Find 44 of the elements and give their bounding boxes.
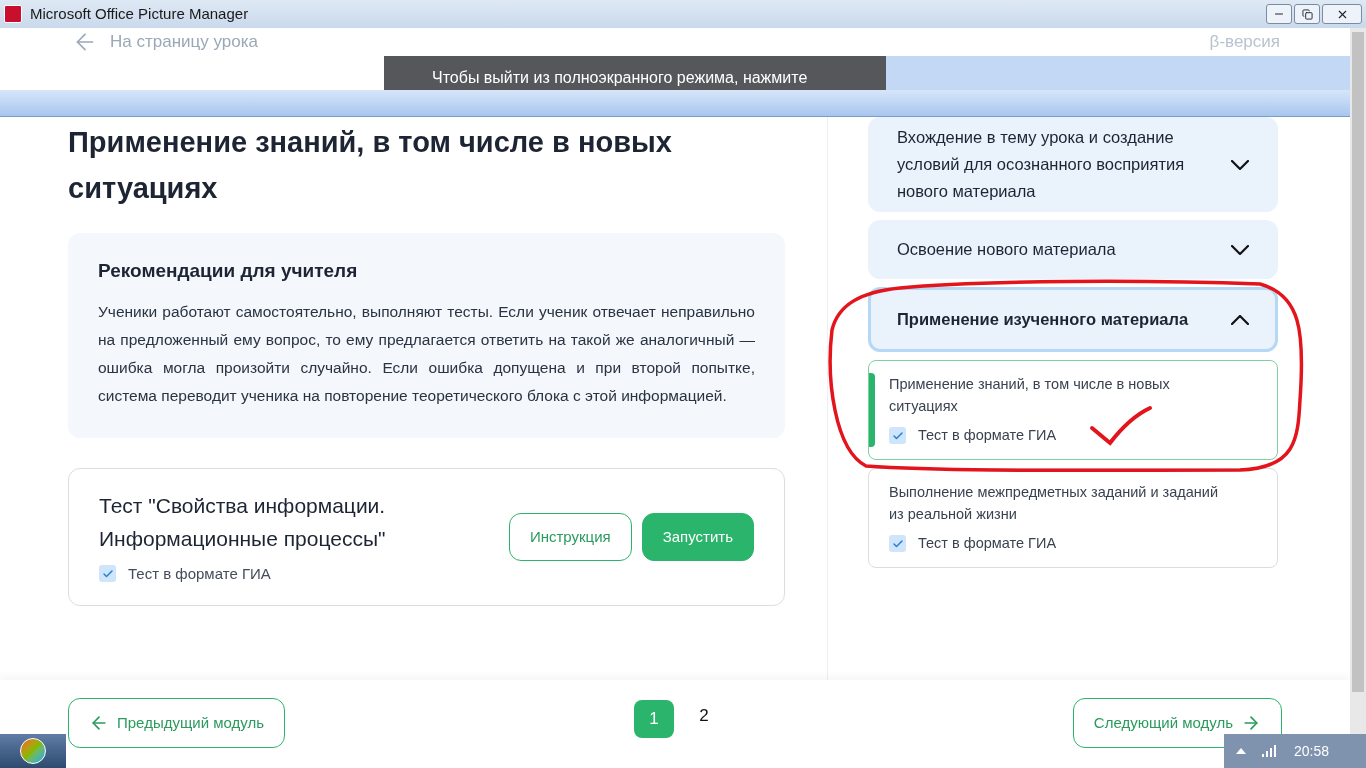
beta-label: β-версия [1209,31,1280,54]
chevron-up-icon [1231,314,1249,325]
recommendations-text: Ученики работают самостоятельно, выполняют тесты. Если ученик отвечает неправильно на предложенный ему вопрос, то ему предлагается ответить на такой же аналогичный — ошибка могла произойти случайно. Если ошибка допущена и при второй попытке, система переводит ученика на повторение теоретического блока с этой информацией. [98,301,755,406]
test-format-label: Тест в формате ГИА [918,533,1057,553]
checkbox[interactable] [889,535,906,553]
signal-icon[interactable] [1262,745,1278,757]
clock[interactable]: 20:58 [1294,740,1330,762]
step-item[interactable]: Выполнение межпредметных заданий и заданий из реальной жизни Тест в формате ГИА [868,467,1278,568]
page-button[interactable]: 2 [683,700,724,738]
tray-arrow-icon[interactable] [1236,748,1246,754]
stage-header[interactable]: Освоение нового материала [868,220,1278,279]
stage-header[interactable]: Применение изученного материала [868,287,1278,352]
previous-module-button[interactable]: Предыдущий модуль [68,698,285,748]
window-title: Microsoft Office Picture Manager [30,3,249,24]
check-icon [891,537,904,550]
test-title: Тест "Свойства информации. Информационные процессы" [99,492,387,552]
recommendations-title: Рекомендации для учителя [98,259,359,283]
maximize-button[interactable] [1294,4,1320,24]
check-icon [101,567,114,580]
instruction-button[interactable]: Инструкция [508,512,632,561]
step-title: Применение знаний, в том числе в новых ситуациях [889,375,1171,416]
start-button[interactable]: Запустить [641,512,754,561]
fullscreen-notice: Чтобы выйти из полноэкранного режима, нажмите [384,56,886,90]
close-button[interactable] [1322,4,1362,24]
check-icon [891,429,904,442]
stage-header[interactable]: Вхождение в тему урока и создание условий для осознанного восприятия нового материала [868,117,1278,212]
minimize-button[interactable] [1266,4,1292,24]
checkbox[interactable] [99,565,116,583]
windows-logo-icon [20,738,46,764]
scrollbar[interactable] [1350,28,1366,734]
restore-icon [1301,8,1313,20]
checkmark-annotation [1090,406,1152,445]
start-button[interactable] [0,734,66,768]
chevron-down-icon [1231,159,1249,170]
chevron-down-icon [1231,244,1249,255]
step-title: Выполнение межпредметных заданий и заданий из реальной жизни [889,482,1220,524]
checkbox[interactable] [889,427,906,445]
test-format-label: Тест в формате ГИА [918,426,1057,445]
lesson-title: Применение знаний, в том числе в новых ситуациях [68,125,673,206]
step-item[interactable]: Применение знаний, в том числе в новых ситуациях Тест в формате ГИА [868,360,1278,460]
back-link[interactable]: На страницу урока [72,29,258,55]
test-format-label: Тест в формате ГИА [128,563,271,584]
app-icon [4,5,22,23]
page-button[interactable]: 1 [633,700,674,738]
